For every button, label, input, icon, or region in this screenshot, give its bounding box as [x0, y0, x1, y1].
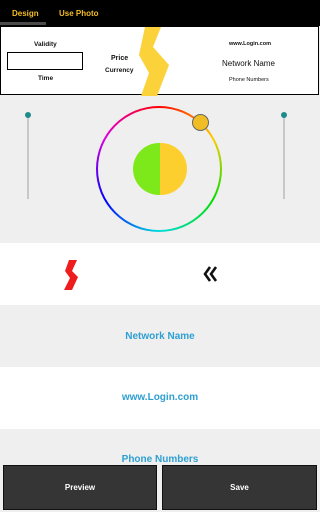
- tab-bar: Design Use Photo: [0, 0, 320, 26]
- website-label: www.Login.com: [121, 392, 199, 403]
- phone-numbers-label: Phone Numbers: [121, 454, 199, 465]
- color-wheel-handle[interactable]: [192, 114, 209, 131]
- card-phone-numbers: Phone Numbers: [229, 77, 269, 83]
- right-slider-track[interactable]: [283, 117, 285, 199]
- right-slider-thumb[interactable]: [281, 112, 287, 118]
- card-price-label: Price: [111, 55, 129, 62]
- card-validity-box: [7, 52, 83, 70]
- tab-use-photo[interactable]: Use Photo: [59, 0, 99, 26]
- network-name-label: Network Name: [125, 331, 195, 342]
- preview-button[interactable]: Preview: [3, 465, 157, 510]
- double-chevron-left-icon[interactable]: [203, 266, 217, 282]
- left-slider-thumb[interactable]: [25, 112, 31, 118]
- save-button[interactable]: Save: [162, 465, 317, 510]
- card-currency-label: Currency: [105, 67, 134, 74]
- active-tab-indicator: [0, 22, 46, 25]
- phone-numbers-field[interactable]: Phone Numbers: [0, 430, 320, 470]
- card-website: www.Login.com: [229, 41, 271, 47]
- card-validity-label: Validity: [34, 41, 57, 48]
- shape-selector-row: [0, 243, 320, 305]
- left-slider-track[interactable]: [27, 117, 29, 199]
- card-zigzag-shape: [139, 27, 169, 96]
- red-zigzag-icon[interactable]: [64, 260, 78, 290]
- card-network-name: Network Name: [222, 59, 275, 68]
- card-preview[interactable]: Validity Time Price Currency www.Login.c…: [0, 26, 319, 96]
- card-time-label: Time: [38, 75, 54, 82]
- network-name-field[interactable]: Network Name: [0, 306, 320, 366]
- website-field[interactable]: www.Login.com: [0, 367, 320, 429]
